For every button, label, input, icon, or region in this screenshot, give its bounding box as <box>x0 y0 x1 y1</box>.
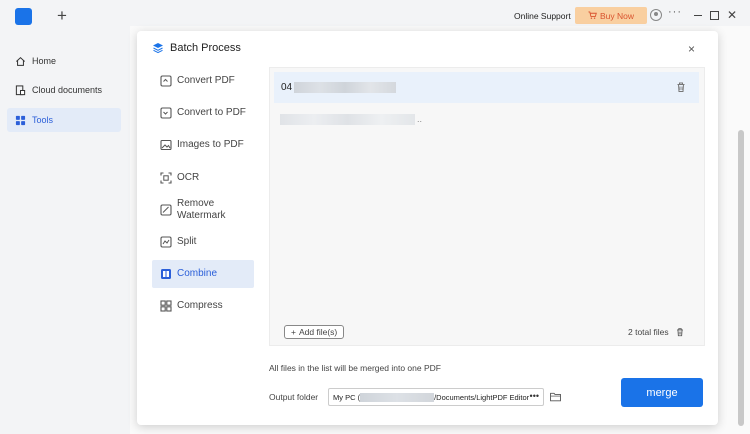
background-scrollbar[interactable] <box>738 130 744 426</box>
total-files-count: 2 total files <box>628 327 685 337</box>
sidebar-item-home[interactable]: Home <box>7 49 121 73</box>
split-icon <box>160 236 172 248</box>
tool-ocr[interactable]: OCR <box>152 169 254 187</box>
minimize-button[interactable] <box>692 9 704 21</box>
new-tab-button[interactable]: + <box>57 6 67 26</box>
dialog-close-button[interactable]: × <box>688 42 695 56</box>
user-avatar-icon[interactable] <box>650 9 662 21</box>
trash-icon[interactable] <box>675 81 687 93</box>
output-path-prefix: My PC ( <box>333 392 361 402</box>
cloud-documents-icon <box>15 84 26 95</box>
plus-icon: + <box>291 327 296 337</box>
add-files-button[interactable]: + Add file(s) <box>284 325 345 339</box>
tool-label: Split <box>177 236 197 247</box>
sidebar-item-label: Cloud documents <box>32 85 103 95</box>
ocr-icon <box>160 172 172 184</box>
app-logo <box>15 8 32 25</box>
compress-icon <box>160 300 172 312</box>
output-path-suffix: /Documents/LightPDF Editor <box>434 392 530 402</box>
tool-label: OCR <box>177 172 200 183</box>
home-icon <box>16 56 25 66</box>
images-to-pdf-icon <box>160 139 172 151</box>
layers-icon <box>153 43 163 54</box>
tool-label: Convert PDF <box>177 75 235 86</box>
tool-combine[interactable]: Combine <box>152 260 254 288</box>
sidebar: Home Cloud documents Tools <box>0 32 130 434</box>
online-support-link[interactable]: Online Support <box>514 11 571 21</box>
output-more-icon[interactable]: ••• <box>530 391 539 401</box>
output-path-blurred <box>360 392 435 402</box>
cart-icon <box>588 11 597 19</box>
folder-icon[interactable] <box>550 392 561 402</box>
output-folder-field[interactable]: My PC ( /Documents/LightPDF Editor ••• <box>328 388 544 406</box>
tool-split[interactable]: Split <box>152 233 254 251</box>
convert-to-pdf-icon <box>160 107 172 119</box>
tool-remove-watermark[interactable]: Remove Watermark <box>152 197 254 223</box>
tools-icon <box>15 115 26 125</box>
sidebar-item-label: Tools <box>32 115 54 125</box>
dialog-title: Batch Process <box>152 42 241 54</box>
clear-all-trash-icon[interactable] <box>675 327 685 337</box>
output-folder-label: Output folder <box>269 392 319 402</box>
buy-now-button[interactable]: Buy Now <box>575 7 647 24</box>
merge-button[interactable]: merge <box>621 378 703 407</box>
buy-now-label: Buy Now <box>599 10 634 21</box>
tool-convert-pdf[interactable]: Convert PDF <box>152 72 254 90</box>
file-row-selected[interactable]: 04 <box>274 72 699 103</box>
convert-pdf-icon <box>160 75 172 87</box>
tool-label: Convert to PDF <box>177 107 246 118</box>
maximize-button[interactable] <box>708 9 720 21</box>
file-name-blurred <box>294 82 397 93</box>
tool-label: Remove Watermark <box>177 198 226 221</box>
sidebar-item-tools[interactable]: Tools <box>7 108 121 132</box>
file-list-pane: 04 .. + Add file(s) 2 total files <box>269 67 705 346</box>
dialog-title-text: Batch Process <box>170 42 241 54</box>
tool-label: Combine <box>177 268 218 279</box>
add-files-label: Add file(s) <box>298 327 338 337</box>
window-close-button[interactable]: ✕ <box>726 9 738 21</box>
total-files-label: 2 total files <box>628 327 669 337</box>
combine-icon <box>160 268 172 280</box>
sidebar-item-label: Home <box>32 56 57 66</box>
batch-process-dialog: Batch Process × Convert PDF Convert to P… <box>137 31 718 425</box>
sidebar-item-cloud-documents[interactable]: Cloud documents <box>7 78 121 102</box>
tool-label: Compress <box>177 300 223 311</box>
merge-note: All files in the list will be merged int… <box>269 363 441 373</box>
file-row-second[interactable] <box>280 114 415 125</box>
tool-images-to-pdf[interactable]: Images to PDF <box>152 136 254 154</box>
file-name-ellipsis: .. <box>417 114 423 124</box>
tool-convert-to-pdf[interactable]: Convert to PDF <box>152 104 254 122</box>
more-options-icon[interactable]: ··· <box>668 6 682 18</box>
file-name-prefix: 04 <box>281 82 293 93</box>
tool-label: Images to PDF <box>177 139 244 150</box>
remove-watermark-icon <box>160 204 172 216</box>
tool-compress[interactable]: Compress <box>152 297 254 315</box>
